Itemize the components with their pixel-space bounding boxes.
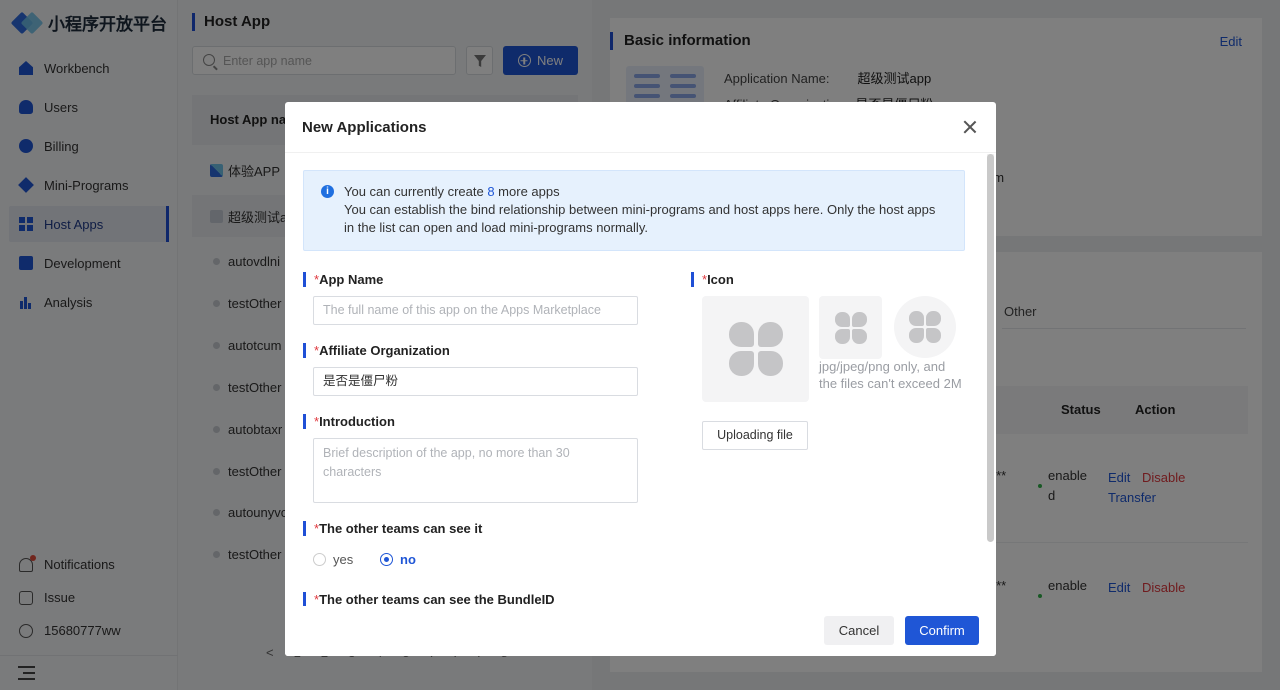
app-name-input[interactable]: The full name of this app on the Apps Ma…	[313, 296, 638, 325]
introduction-field-label: *Introduction	[303, 414, 395, 429]
affiliate-input[interactable]: 是否是僵尸粉	[313, 367, 638, 396]
info-description: You can establish the bind relationship …	[344, 202, 936, 235]
app-placeholder-icon	[728, 322, 783, 376]
info-icon: i	[321, 185, 334, 198]
app-name-field-label: *App Name	[303, 272, 383, 287]
info-alert: i You can currently create 8 more apps Y…	[303, 170, 965, 251]
scrollbar-thumb[interactable]	[987, 154, 994, 542]
upload-file-button[interactable]: Uploading file	[702, 421, 808, 450]
icon-format-hint: jpg/jpeg/png only, and the files can't e…	[819, 359, 962, 391]
remaining-count: 8	[487, 184, 495, 199]
cancel-button[interactable]: Cancel	[824, 616, 894, 645]
introduction-textarea[interactable]: Brief description of the app, no more th…	[313, 438, 638, 503]
modal-divider	[285, 152, 996, 153]
info-suffix: more apps	[494, 184, 560, 199]
info-prefix: You can currently create	[344, 184, 488, 199]
visibility-yes-radio[interactable]: yes	[313, 552, 353, 567]
icon-preview-round	[894, 296, 956, 358]
confirm-button[interactable]: Confirm	[905, 616, 979, 645]
app-placeholder-icon	[834, 311, 867, 344]
bundle-visibility-field-label: *The other teams can see the BundleID	[303, 592, 555, 607]
app-root: 小程序开放平台 Workbench Users Billing Mini-Pro…	[0, 0, 1280, 690]
app-placeholder-icon	[909, 311, 941, 343]
icon-preview-large[interactable]	[702, 296, 809, 402]
icon-field-label: *Icon	[691, 272, 734, 287]
radio-circle	[380, 553, 393, 566]
affiliate-field-label: *Affiliate Organization	[303, 343, 450, 358]
modal-title: New Applications	[302, 119, 427, 136]
close-icon[interactable]	[963, 120, 977, 134]
visibility-no-radio[interactable]: no	[380, 552, 416, 567]
new-application-modal: New Applications i You can currently cre…	[285, 102, 996, 656]
visibility-field-label: *The other teams can see it	[303, 521, 482, 536]
icon-preview-square	[819, 296, 882, 359]
radio-circle	[313, 553, 326, 566]
